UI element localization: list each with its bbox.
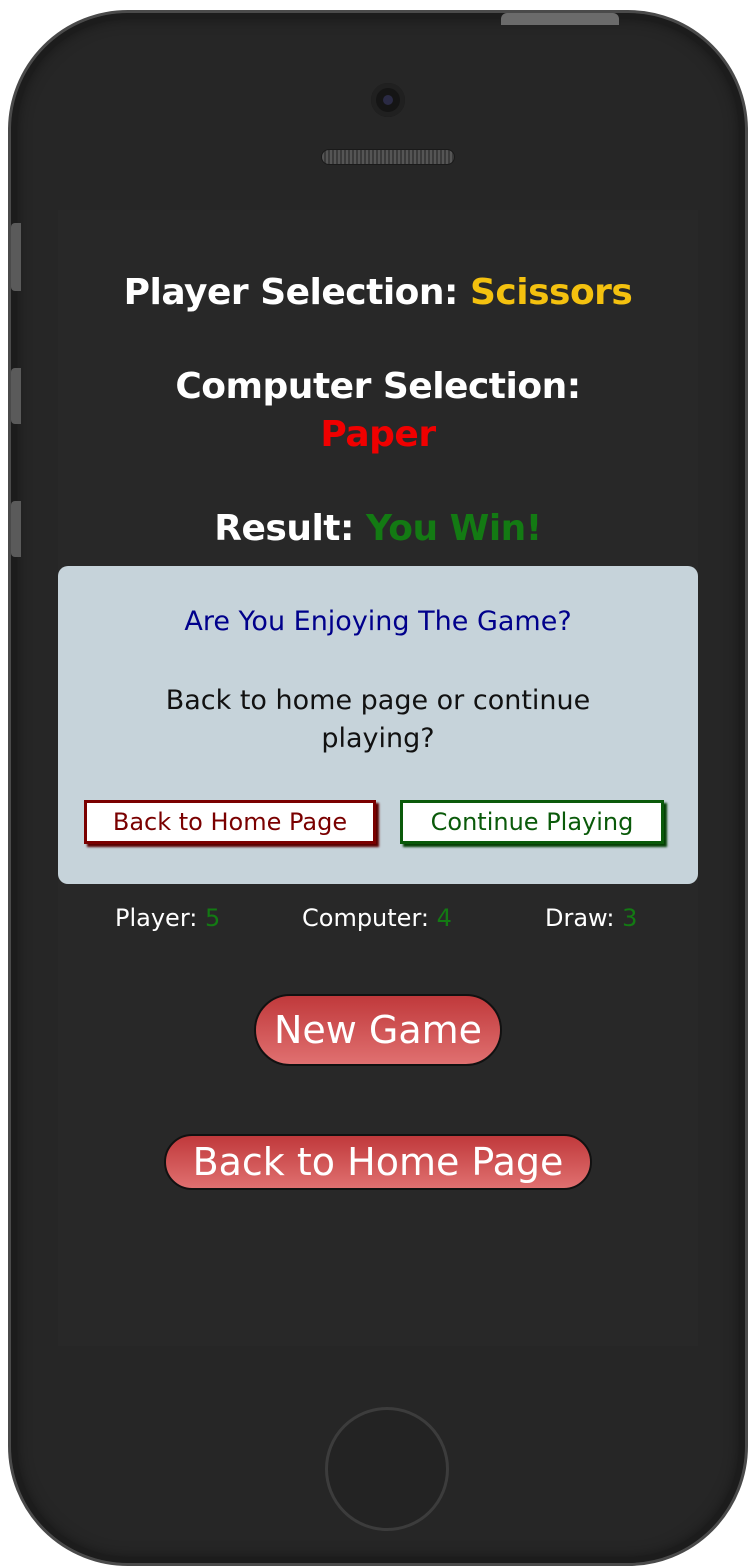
continue-modal: Are You Enjoying The Game? Back to home … [58, 566, 698, 884]
draw-score: Draw: 3 [545, 904, 637, 932]
player-score-label: Player: [115, 904, 198, 932]
result-label: Result: [214, 508, 354, 549]
result: Result: You Win! [58, 508, 698, 549]
back-to-home-button[interactable]: Back to Home Page [164, 1134, 592, 1190]
player-score-value: 5 [205, 904, 221, 932]
player-selection-label: Player Selection: [123, 272, 459, 313]
volume-down-button [11, 501, 21, 557]
computer-score-label: Computer: [302, 904, 429, 932]
computer-score: Computer: 4 [302, 904, 452, 932]
volume-up-button [11, 368, 21, 424]
home-button [325, 1407, 449, 1531]
computer-selection-label: Computer Selection: [175, 366, 581, 407]
game-screen: Player Selection: Scissors Computer Sele… [58, 210, 698, 1346]
power-button [501, 13, 619, 25]
draw-score-value: 3 [622, 904, 638, 932]
computer-selection-value: Paper [320, 414, 436, 455]
result-value: You Win! [365, 508, 542, 549]
modal-text: Back to home page or continue playing? [165, 685, 591, 754]
modal-back-home-button[interactable]: Back to Home Page [84, 800, 376, 844]
modal-title: Are You Enjoying The Game? [184, 606, 572, 637]
new-game-button[interactable]: New Game [254, 994, 502, 1066]
front-camera-icon [371, 83, 405, 117]
player-selection-value: Scissors [469, 272, 633, 313]
speaker-grille [321, 149, 455, 165]
computer-score-value: 4 [436, 904, 452, 932]
draw-score-label: Draw: [545, 904, 615, 932]
continue-playing-button[interactable]: Continue Playing [400, 800, 664, 844]
player-selection: Player Selection: Scissors [58, 272, 698, 313]
mute-switch [11, 223, 21, 291]
player-score: Player: 5 [115, 904, 220, 932]
